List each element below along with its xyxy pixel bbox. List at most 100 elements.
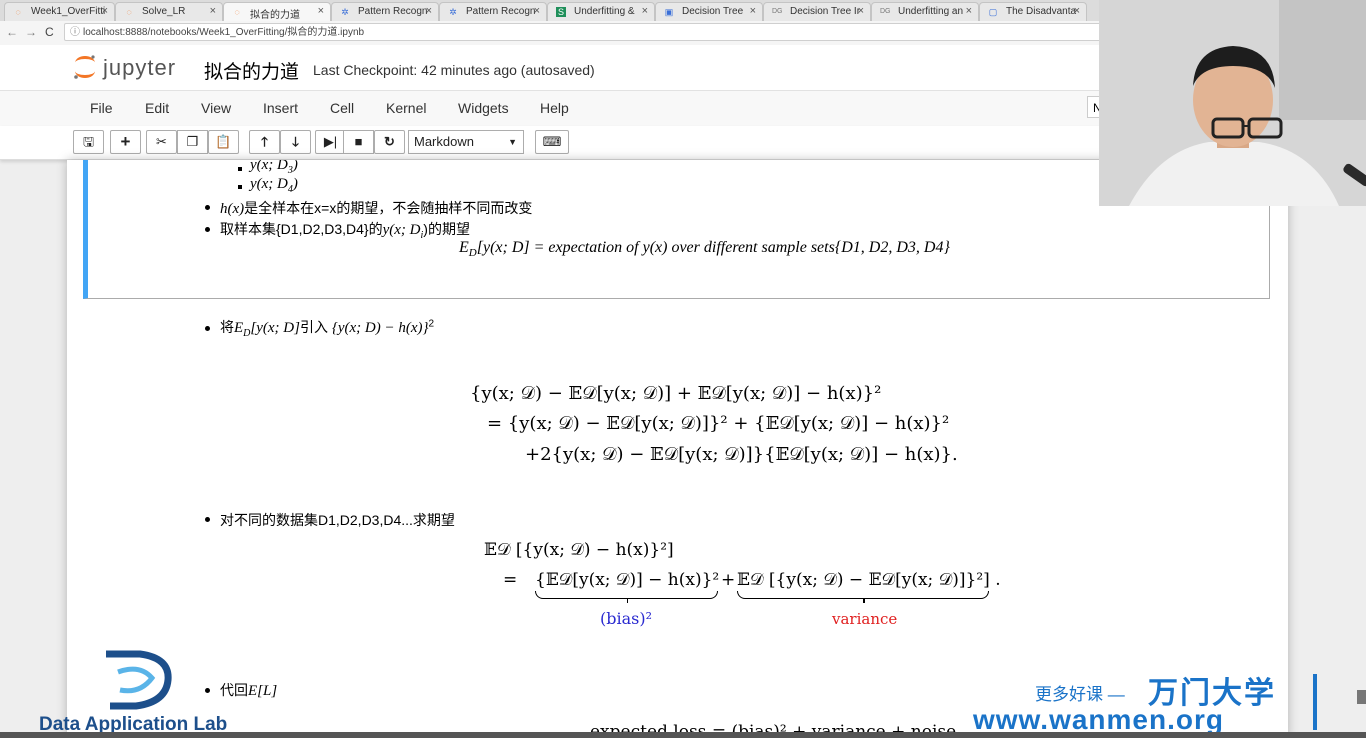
menu-insert[interactable]: Insert bbox=[263, 100, 298, 116]
math-text: E[L] bbox=[248, 683, 278, 699]
run-button[interactable]: ▶| bbox=[315, 130, 346, 154]
close-icon[interactable]: × bbox=[642, 5, 648, 17]
scrollbar-thumb[interactable] bbox=[1357, 690, 1366, 704]
item-text: 代回 bbox=[220, 682, 248, 698]
browser-tab[interactable]: ▢ The Disadvanta × bbox=[979, 2, 1087, 21]
webcam-overlay bbox=[1099, 0, 1366, 206]
copy-button[interactable]: ❐ bbox=[177, 130, 208, 154]
math-sup: 2 bbox=[428, 318, 435, 330]
back-icon[interactable]: ← bbox=[6, 25, 18, 39]
browser-tab[interactable]: S Underfitting & × bbox=[547, 2, 655, 21]
browser-tab[interactable]: DG Decision Tree Ir × bbox=[763, 2, 871, 21]
dg-icon: DG bbox=[880, 8, 891, 15]
close-icon[interactable]: × bbox=[102, 5, 108, 17]
sheet-icon: S bbox=[556, 7, 566, 17]
browser-tab[interactable]: ◌ Week1_OverFitti × bbox=[4, 2, 115, 21]
math-text: h(x) bbox=[220, 201, 245, 217]
cut-button[interactable]: ✂ bbox=[146, 130, 177, 154]
close-icon[interactable]: × bbox=[534, 5, 540, 17]
insert-cell-button[interactable]: + bbox=[110, 130, 141, 154]
menu-help[interactable]: Help bbox=[540, 100, 569, 116]
equation-plus: + bbox=[721, 570, 736, 590]
move-up-button[interactable]: 🡑 bbox=[249, 130, 280, 154]
math-text: [y(x; D] bbox=[250, 320, 300, 336]
bias-label: (bias)² bbox=[600, 609, 653, 628]
refresh-icon: ↻ bbox=[384, 134, 395, 149]
bias-term: {𝔼𝒟[y(x; 𝒟)] − h(x)}² bbox=[535, 570, 720, 590]
math-text: y(x; D bbox=[250, 176, 288, 192]
item-text: 取样本集{D1,D2,D3,D4}的 bbox=[220, 221, 383, 237]
presenter-video bbox=[1099, 0, 1366, 206]
tab-label: Solve_LR bbox=[142, 6, 186, 17]
tab-label: Underfitting an bbox=[898, 6, 964, 17]
dg-icon: DG bbox=[772, 8, 783, 15]
move-down-button[interactable]: 🡓 bbox=[280, 130, 311, 154]
gear-icon: ✲ bbox=[341, 7, 349, 17]
reload-icon[interactable]: C bbox=[45, 25, 54, 39]
close-icon[interactable]: × bbox=[426, 5, 432, 17]
jupyter-brand[interactable]: jupyter bbox=[103, 55, 176, 81]
close-icon[interactable]: × bbox=[966, 5, 972, 17]
menu-widgets[interactable]: Widgets bbox=[458, 100, 509, 116]
math-text: E bbox=[459, 239, 469, 256]
close-icon[interactable]: × bbox=[1074, 5, 1080, 17]
menu-file[interactable]: File bbox=[90, 100, 113, 116]
tab-label: The Disadvanta bbox=[1006, 6, 1077, 17]
url-input[interactable]: ⓘ localhost:8888/notebooks/Week1_OverFit… bbox=[64, 23, 1104, 41]
list-bullet bbox=[205, 688, 210, 693]
cell-type-select[interactable]: Markdown ▼ bbox=[408, 130, 524, 154]
equation-equals: = bbox=[503, 570, 518, 590]
menu-cell[interactable]: Cell bbox=[330, 100, 354, 116]
variance-term: 𝔼𝒟 [{y(x; 𝒟) − 𝔼𝒟[y(x; 𝒟)]}²] . bbox=[737, 570, 1001, 590]
paste-button[interactable]: 📋 bbox=[208, 130, 239, 154]
bias-underbrace bbox=[535, 591, 718, 603]
close-icon[interactable]: × bbox=[210, 5, 216, 17]
info-icon[interactable]: ⓘ bbox=[70, 24, 80, 42]
bottom-strip bbox=[0, 732, 1366, 738]
notebook-container: y(x; D3) y(x; D4) h(x)是全样本在x=x的期望，不会随抽样不… bbox=[67, 160, 1288, 738]
jupyter-icon: ◌ bbox=[234, 7, 240, 17]
math-sub: D bbox=[468, 247, 477, 260]
restart-button[interactable]: ↻ bbox=[374, 130, 405, 154]
save-button[interactable]: 🖫 bbox=[73, 130, 104, 154]
item-text: )的期望 bbox=[423, 221, 470, 237]
arrow-up-icon: 🡑 bbox=[261, 134, 268, 149]
interrupt-button[interactable]: ■ bbox=[343, 130, 374, 154]
browser-tab[interactable]: ◌ 拟合的力道 × bbox=[223, 2, 331, 21]
list-item: y(x; D3) bbox=[250, 160, 298, 176]
close-icon[interactable]: × bbox=[750, 5, 756, 17]
step-forward-icon: ▶| bbox=[323, 134, 338, 149]
list-bullet bbox=[205, 227, 210, 232]
math-text: E bbox=[234, 320, 244, 336]
gear-icon: ✲ bbox=[449, 7, 457, 17]
math-text: {y(x; D) − h(x)} bbox=[331, 320, 429, 336]
browser-tab[interactable]: DG Underfitting an × bbox=[871, 2, 979, 21]
list-item: 取样本集{D1,D2,D3,D4}的y(x; Di)的期望 bbox=[220, 219, 470, 241]
browser-tab[interactable]: ✲ Pattern Recogn × bbox=[331, 2, 439, 21]
list-item: 代回E[L] bbox=[220, 680, 277, 700]
browser-tab[interactable]: ◌ Solve_LR × bbox=[115, 2, 223, 21]
watermark-divider bbox=[1313, 674, 1317, 730]
menu-view[interactable]: View bbox=[201, 100, 231, 116]
menu-kernel[interactable]: Kernel bbox=[386, 100, 426, 116]
jupyter-logo-icon[interactable] bbox=[72, 53, 98, 81]
close-icon[interactable]: × bbox=[858, 5, 864, 17]
tab-label: Week1_OverFitti bbox=[31, 6, 106, 17]
notebook-title[interactable]: 拟合的力道 bbox=[204, 57, 299, 84]
tab-label: 拟合的力道 bbox=[250, 10, 300, 21]
browser-tab[interactable]: ✲ Pattern Recogn × bbox=[439, 2, 547, 21]
stop-icon: ■ bbox=[354, 134, 363, 149]
scissors-icon: ✂ bbox=[156, 134, 167, 149]
equation-line: = {y(x; 𝒟) − 𝔼𝒟[y(x; 𝒟)]}² + {𝔼𝒟[y(x; 𝒟)… bbox=[487, 413, 950, 434]
checkpoint-status: Last Checkpoint: 42 minutes ago (autosav… bbox=[313, 62, 595, 78]
math-text: [y(x; D] = expectation of y(x) over diff… bbox=[476, 239, 950, 256]
chevron-down-icon: ▼ bbox=[508, 137, 517, 147]
menu-edit[interactable]: Edit bbox=[145, 100, 169, 116]
forward-icon[interactable]: → bbox=[25, 25, 37, 39]
list-bullet bbox=[238, 167, 242, 171]
close-icon[interactable]: × bbox=[318, 5, 324, 17]
plus-icon: + bbox=[120, 132, 131, 151]
expectation-equation: ED[y(x; D] = expectation of y(x) over di… bbox=[459, 239, 950, 259]
browser-tab[interactable]: ▣ Decision Tree × bbox=[655, 2, 763, 21]
command-palette-button[interactable]: ⌨ bbox=[535, 130, 569, 154]
